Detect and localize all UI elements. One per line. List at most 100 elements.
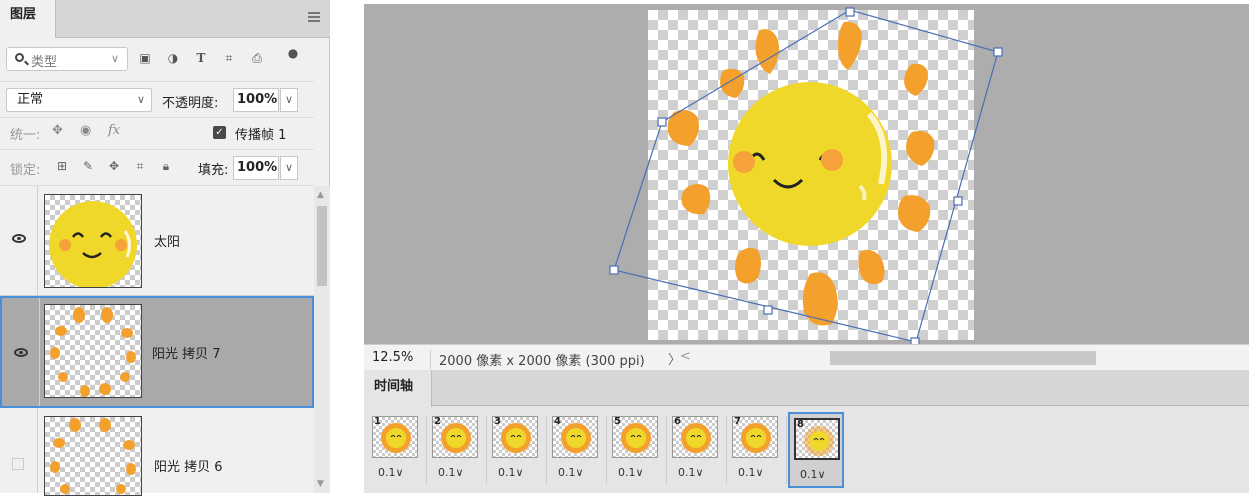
opacity-field[interactable]: 100%: [233, 88, 279, 112]
frame-thumbnail: 7: [732, 416, 778, 458]
lock-row: 锁定: ⊞ ✎ ✥ ⌗ 🔒︎ 填充: 100% ∨: [0, 150, 314, 186]
unify-position-icon[interactable]: ✥: [52, 123, 70, 141]
blend-row: 正常 ∨ 不透明度: 100% ∨: [0, 82, 314, 118]
filter-kind-select[interactable]: 类型 ∨: [6, 47, 128, 71]
layer-row-selected[interactable]: 阳光 拷贝 7: [0, 296, 314, 408]
blend-mode-select[interactable]: 正常 ∨: [6, 88, 152, 112]
tab-timeline[interactable]: 时间轴: [364, 370, 432, 407]
lock-label: 锁定:: [10, 163, 41, 178]
frame-separator: [666, 416, 667, 484]
filter-toggle-icon[interactable]: ●: [286, 46, 300, 60]
lock-image-icon[interactable]: ✎: [80, 159, 96, 175]
frame-thumbnail: 3: [492, 416, 538, 458]
unify-visibility-icon[interactable]: ◉: [80, 123, 98, 141]
frame-separator: [606, 416, 607, 484]
layer-thumbnail: [44, 416, 142, 496]
horizontal-scroll-thumb[interactable]: [830, 351, 1096, 365]
search-icon: [15, 53, 24, 62]
opacity-dropdown-button[interactable]: ∨: [280, 88, 298, 112]
eye-icon: [14, 348, 28, 357]
frame-delay[interactable]: 0.1∨: [800, 468, 826, 481]
visibility-toggle[interactable]: [0, 186, 38, 295]
frame-number: 5: [614, 416, 621, 427]
rays-thumbnail: [50, 307, 136, 397]
frame-separator: [546, 416, 547, 484]
left-cheek: [733, 151, 755, 173]
layers-scroll-thumb[interactable]: [317, 206, 327, 286]
timeline-panel: 时间轴 1 0.1∨ 2 0.1∨ 3 0.1∨ 4 0.1∨ 5 0.1∨ 6 0.1∨ 7 0.1∨ 8…: [364, 370, 1249, 493]
timeline-tabbar: 时间轴: [364, 370, 1249, 407]
adjustment-filter-icon[interactable]: ◑: [166, 51, 180, 65]
panel-tabbar: 图层: [0, 0, 330, 38]
layer-thumbnail: [44, 304, 142, 398]
frame-separator: [726, 416, 727, 484]
animation-frame[interactable]: 6 0.1∨: [668, 412, 724, 488]
sun-artwork[interactable]: [364, 4, 1249, 344]
shape-filter-icon[interactable]: ⌗: [222, 51, 236, 65]
frame-delay[interactable]: 0.1∨: [498, 466, 524, 479]
layer-name[interactable]: 太阳: [154, 231, 180, 250]
scroll-left-icon[interactable]: <: [680, 349, 691, 364]
rays-thumbnail: [50, 418, 136, 494]
frame-number: 3: [494, 416, 501, 427]
animation-frame[interactable]: 2 0.1∨: [428, 412, 484, 488]
lock-transparent-icon[interactable]: ⊞: [54, 159, 70, 175]
animation-frame[interactable]: 4 0.1∨: [548, 412, 604, 488]
layer-name[interactable]: 阳光 拷贝 6: [154, 456, 223, 475]
frame-thumbnail: 2: [432, 416, 478, 458]
document-info: 2000 像素 x 2000 像素 (300 ppi): [430, 350, 645, 369]
scroll-down-icon[interactable]: ▼: [317, 479, 324, 489]
frame-separator: [786, 416, 787, 484]
fill-field[interactable]: 100%: [233, 156, 279, 180]
frame-delay[interactable]: 0.1∨: [378, 466, 404, 479]
animation-frame[interactable]: 8 0.1∨: [788, 412, 844, 488]
layer-row[interactable]: 太阳: [0, 186, 314, 296]
animation-frame[interactable]: 7 0.1∨: [728, 412, 784, 488]
lock-all-icon[interactable]: 🔒︎: [158, 159, 174, 175]
frame-delay[interactable]: 0.1∨: [618, 466, 644, 479]
frame-delay[interactable]: 0.1∨: [558, 466, 584, 479]
layer-thumbnail: [44, 194, 142, 288]
layer-row[interactable]: 阳光 拷贝 6: [0, 408, 314, 496]
frame-number: 4: [554, 416, 561, 427]
canvas-area[interactable]: [364, 4, 1249, 344]
filter-kind-label: 类型: [31, 55, 58, 70]
lock-position-icon[interactable]: ✥: [106, 159, 122, 175]
layers-scrollbar[interactable]: ▲ ▼: [314, 186, 330, 493]
unify-label: 统一:: [10, 128, 41, 143]
fill-dropdown-button[interactable]: ∨: [280, 156, 298, 180]
layer-name[interactable]: 阳光 拷贝 7: [152, 343, 221, 362]
frame-delay[interactable]: 0.1∨: [678, 466, 704, 479]
lock-artboard-icon[interactable]: ⌗: [132, 159, 148, 175]
smart-object-filter-icon[interactable]: ⎙: [250, 51, 264, 65]
visibility-toggle[interactable]: [0, 408, 38, 493]
unify-style-icon[interactable]: fx: [108, 123, 126, 141]
image-filter-icon[interactable]: ▣: [138, 51, 152, 65]
scroll-up-icon[interactable]: ▲: [317, 190, 324, 200]
propagate-frame-checkbox[interactable]: ✓: [213, 126, 226, 139]
frame-thumbnail: 6: [672, 416, 718, 458]
frame-number: 7: [734, 416, 741, 427]
type-filter-icon[interactable]: T: [194, 51, 208, 65]
animation-frame[interactable]: 3 0.1∨: [488, 412, 544, 488]
frame-delay[interactable]: 0.1∨: [738, 466, 764, 479]
eye-icon: [12, 234, 26, 243]
tab-layers[interactable]: 图层: [0, 0, 56, 38]
zoom-level[interactable]: 12.5%: [372, 350, 413, 365]
panel-menu-icon[interactable]: [308, 12, 320, 22]
animation-frame[interactable]: 1 0.1∨: [368, 412, 424, 488]
sun-face-thumbnail: [49, 201, 137, 287]
visibility-toggle[interactable]: [2, 298, 40, 406]
frame-number: 8: [797, 419, 804, 430]
status-bar: 12.5% 2000 像素 x 2000 像素 (300 ppi) 〉 <: [364, 344, 1249, 370]
animation-frame[interactable]: 5 0.1∨: [608, 412, 664, 488]
frame-thumbnail: 5: [612, 416, 658, 458]
frame-separator: [486, 416, 487, 484]
opacity-label: 不透明度:: [162, 96, 219, 111]
frame-separator: [426, 416, 427, 484]
unify-row: 统一: ✥ ◉ fx ✓ 传播帧 1: [0, 118, 314, 150]
frame-strip: 1 0.1∨ 2 0.1∨ 3 0.1∨ 4 0.1∨ 5 0.1∨ 6 0.1∨ 7 0.1∨ 8 0.1∨: [368, 412, 1249, 490]
frame-delay[interactable]: 0.1∨: [438, 466, 464, 479]
chevron-down-icon: ∨: [110, 52, 119, 65]
propagate-frame-label: 传播帧 1: [235, 128, 287, 143]
